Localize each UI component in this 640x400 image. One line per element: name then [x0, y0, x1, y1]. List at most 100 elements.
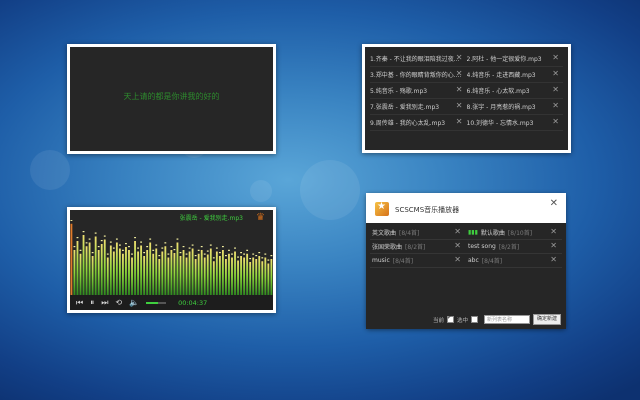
current-checkbox[interactable]	[446, 314, 454, 323]
song-label: 2.阿杜 - 他一定很爱你.mp3	[466, 56, 542, 63]
spectrum-peak	[167, 253, 170, 255]
spectrum-bar	[103, 239, 106, 295]
spectrum-peak	[237, 256, 239, 258]
playlist-item[interactable]: abc [8/4首] ✕	[466, 254, 562, 267]
volume-slider[interactable]	[146, 301, 167, 304]
remove-song-icon[interactable]: ✕	[456, 86, 463, 94]
spectrum-peak	[88, 238, 91, 240]
spectrum-bar	[131, 257, 133, 295]
remove-song-icon[interactable]: ✕	[456, 54, 463, 62]
spectrum-bar	[85, 246, 88, 295]
window-title: SCSCMS音乐播放器	[395, 206, 460, 214]
spectrum-peak	[240, 252, 242, 254]
spectrum-peak	[225, 255, 227, 257]
spectrum-peak	[197, 249, 200, 251]
delete-playlist-icon[interactable]: ✕	[550, 256, 557, 264]
spectrum-peak	[118, 244, 121, 246]
spectrum-peak	[191, 244, 194, 246]
create-list-button[interactable]: 确定新建	[532, 314, 561, 325]
spectrum-bar	[240, 256, 242, 295]
selected-checkbox[interactable]	[470, 316, 478, 323]
spectrum-bar	[97, 250, 100, 295]
playlist-item[interactable]: music [8/4首] ✕	[370, 254, 466, 267]
spectrum-peak	[173, 249, 176, 251]
song-item[interactable]: 8.张宇 - 月亮惹的祸.mp3 ✕	[467, 99, 564, 114]
spectrum-peak	[246, 249, 249, 251]
remove-song-icon[interactable]: ✕	[552, 86, 559, 94]
delete-playlist-icon[interactable]: ✕	[454, 242, 461, 250]
playlist-item[interactable]: 张国荣歌曲 [8/2首] ✕	[370, 240, 466, 253]
song-item[interactable]: 2.阿杜 - 他一定很爱你.mp3 ✕	[467, 51, 564, 66]
remove-song-icon[interactable]: ✕	[552, 70, 559, 78]
song-item[interactable]: 6.纯音乐 - 心太软.mp3 ✕	[467, 83, 564, 98]
spectrum-bar	[70, 223, 73, 295]
spectrum-bar	[255, 259, 258, 295]
remove-song-icon[interactable]: ✕	[456, 102, 463, 110]
volume-icon[interactable]: 🔈	[129, 298, 139, 308]
spectrum-peak	[146, 246, 149, 248]
song-item[interactable]: 5.纯音乐 - 殇歌.mp3 ✕	[370, 83, 467, 98]
spectrum-bar	[215, 251, 218, 295]
spectrum-peak	[100, 240, 103, 242]
spectrum-peak	[221, 246, 224, 248]
remove-song-icon[interactable]: ✕	[456, 118, 463, 126]
loop-icon[interactable]: ⟲	[115, 298, 122, 308]
spectrum-bar	[246, 253, 249, 295]
playlist-row: 张国荣歌曲 [8/2首] ✕ test song [8/2首] ✕	[370, 240, 562, 254]
delete-playlist-icon[interactable]: ✕	[454, 228, 461, 236]
spectrum-peak	[170, 246, 173, 248]
spectrum-bar	[155, 248, 158, 295]
remove-song-icon[interactable]: ✕	[552, 118, 559, 126]
spectrum-bar	[234, 251, 236, 295]
song-item[interactable]: 1.齐秦 - 不让我的眼泪陪我过夜... ✕	[370, 51, 467, 66]
remove-song-icon[interactable]: ✕	[552, 54, 559, 62]
spectrum-bar	[231, 257, 233, 295]
spectrum-peak	[218, 252, 221, 254]
spectrum-peak	[97, 246, 100, 248]
playing-indicator-icon: ▮▮▮	[468, 229, 478, 236]
spectrum-peak	[176, 238, 179, 240]
song-label: 3.郑中基 - 你的眼睛背叛你的心....	[370, 72, 462, 79]
spectrum-bar	[149, 242, 152, 295]
spectrum-bar	[258, 256, 261, 295]
playlist-count: [8/4首]	[392, 258, 414, 265]
spectrum-bar	[182, 250, 185, 295]
spectrum-peak	[215, 247, 218, 249]
pause-icon[interactable]: ⏸	[90, 298, 94, 308]
spectrum-peak	[134, 237, 136, 239]
spectrum-bar	[137, 251, 139, 295]
song-item[interactable]: 7.张震岳 - 爱我别走.mp3 ✕	[370, 99, 467, 114]
remove-song-icon[interactable]: ✕	[552, 102, 559, 110]
music-player-window: ★ SCSCMS音乐播放器 ✕ 英文歌曲 [8/4首] ✕ ▮▮▮ 默认歌曲 [8/10首…	[366, 193, 566, 329]
song-row: 5.纯音乐 - 殇歌.mp3 ✕ 6.纯音乐 - 心太软.mp3 ✕	[370, 83, 563, 99]
spectrum-visualizer	[70, 220, 273, 295]
remove-song-icon[interactable]: ✕	[456, 70, 463, 78]
song-item[interactable]: 9.周传雄 - 我的心太乱.mp3 ✕	[370, 115, 467, 130]
close-icon[interactable]: ✕	[550, 198, 558, 209]
song-label: 9.周传雄 - 我的心太乱.mp3	[370, 120, 446, 127]
previous-icon[interactable]: ⏮	[76, 298, 83, 308]
playlist-item[interactable]: 英文歌曲 [8/4首] ✕	[370, 226, 466, 239]
delete-playlist-icon[interactable]: ✕	[550, 228, 557, 236]
spectrum-bar	[158, 259, 161, 295]
playlist-panel: 1.齐秦 - 不让我的眼泪陪我过夜... ✕ 2.阿杜 - 他一定很爱你.mp3 ✕ 3…	[362, 44, 571, 153]
new-list-name-input[interactable]: 新列表名称	[483, 315, 530, 324]
spectrum-bar	[221, 250, 224, 295]
spectrum-peak	[206, 250, 209, 252]
spectrum-bar	[91, 256, 94, 295]
song-row: 1.齐秦 - 不让我的眼泪陪我过夜... ✕ 2.阿杜 - 他一定很爱你.mp3 ✕	[370, 51, 563, 67]
song-item[interactable]: 3.郑中基 - 你的眼睛背叛你的心.... ✕	[370, 67, 467, 82]
spectrum-bar	[267, 263, 270, 295]
delete-playlist-icon[interactable]: ✕	[454, 256, 461, 264]
delete-playlist-icon[interactable]: ✕	[550, 242, 557, 250]
spectrum-bar	[152, 253, 155, 295]
song-item[interactable]: 4.纯音乐 - 走进西藏.mp3 ✕	[467, 67, 564, 82]
next-icon[interactable]: ⏭	[101, 298, 108, 308]
playlist-item[interactable]: ▮▮▮ 默认歌曲 [8/10首] ✕	[466, 226, 562, 239]
spectrum-peak	[91, 252, 94, 254]
spectrum-peak	[158, 255, 161, 257]
lyric-text: 天上请的都是你讲我的好的	[123, 92, 220, 101]
playlist-item[interactable]: test song [8/2首] ✕	[466, 240, 562, 253]
spectrum-bar	[270, 259, 273, 295]
song-item[interactable]: 10.刘德华 - 忘情水.mp3 ✕	[467, 115, 564, 130]
